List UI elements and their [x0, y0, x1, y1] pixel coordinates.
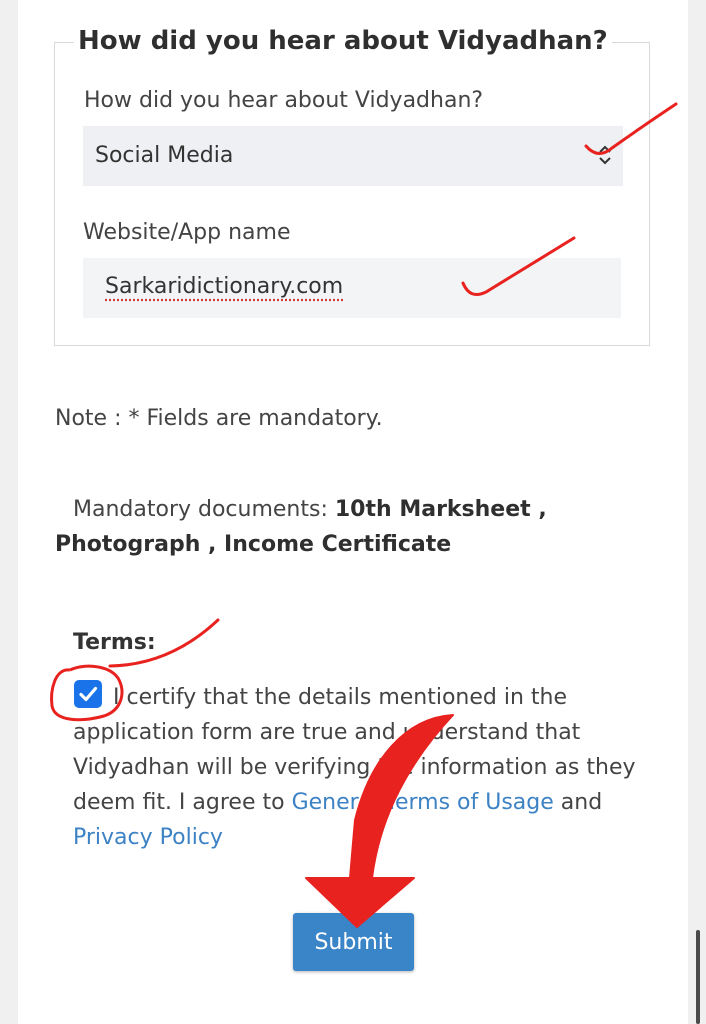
website-input[interactable]: Sarkaridictionary.com [83, 258, 621, 318]
submit-button[interactable]: Submit [293, 913, 414, 971]
scrollbar[interactable] [696, 930, 700, 1024]
chevron-up-down-icon [595, 140, 615, 170]
terms-checkbox[interactable] [74, 680, 102, 708]
source-select[interactable]: Social Media [83, 126, 623, 186]
general-terms-link[interactable]: General Terms of Usage [292, 790, 554, 815]
privacy-policy-link[interactable]: Privacy Policy [73, 825, 223, 850]
terms-title: Terms: [73, 630, 156, 655]
mandatory-note: Note : * Fields are mandatory. [55, 406, 383, 431]
source-select-value: Social Media [95, 143, 234, 168]
fieldset-legend: How did you hear about Vidyadhan? [74, 26, 612, 56]
documents-prefix: Mandatory documents: [73, 497, 335, 522]
terms-and: and [553, 790, 603, 815]
form-page: How did you hear about Vidyadhan? How di… [18, 0, 688, 1024]
website-input-value: Sarkaridictionary.com [105, 274, 344, 299]
source-label: How did you hear about Vidyadhan? [84, 88, 484, 113]
mandatory-documents: Mandatory documents: 10th Marksheet , Ph… [55, 492, 615, 562]
checkmark-icon [79, 686, 98, 702]
website-label: Website/App name [83, 220, 291, 245]
terms-text: I certify that the details mentioned in … [73, 680, 643, 855]
